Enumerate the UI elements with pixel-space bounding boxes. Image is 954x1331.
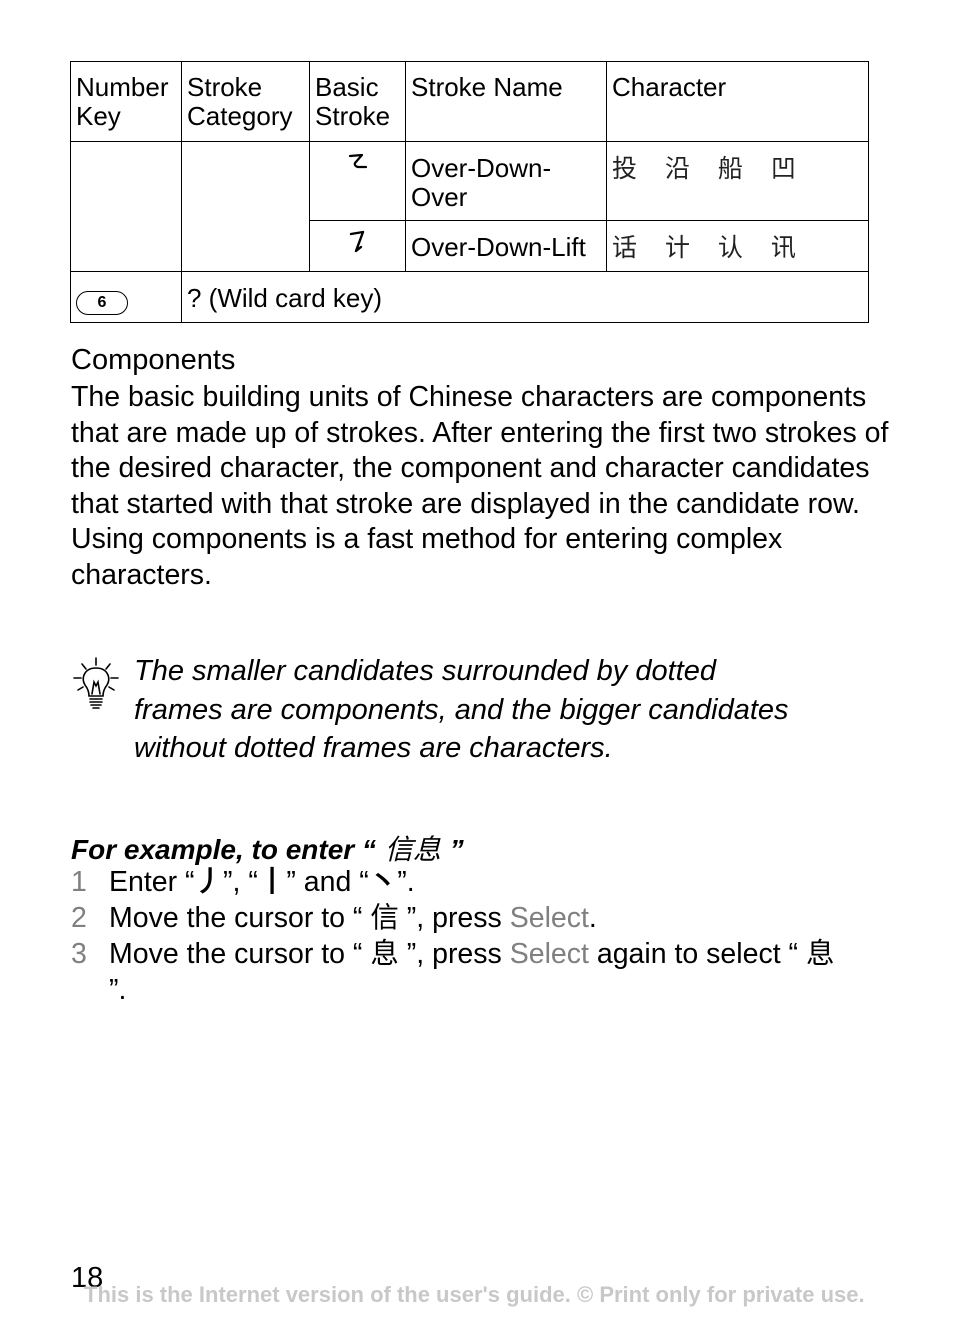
characters-cell: 话 计 认 讯 — [606, 220, 869, 272]
stroke-name-cell: Over-Down-Lift — [405, 220, 607, 272]
step-text: Move the cursor to “ 息 ”, press — [109, 938, 510, 970]
stroke-dian-glyph: 丶 — [368, 866, 398, 898]
step-text: ” and “ — [286, 866, 369, 898]
header-number-key: Number Key — [70, 61, 182, 142]
wildcard-description: ? (Wild card key) — [181, 271, 869, 323]
step-text: ”, “ — [223, 866, 258, 898]
step-item: 2 Move the cursor to “ 信 ”, press Select… — [71, 900, 851, 936]
step-text: Enter “ — [109, 866, 195, 898]
steps-list: 1 Enter “丿”, “丨” and “丶”. 2 Move the cur… — [71, 864, 851, 1008]
header-stroke-name: Stroke Name — [405, 61, 607, 142]
basic-stroke-cell — [309, 220, 406, 272]
step-text: ”. — [397, 866, 415, 898]
section-title: Components — [71, 344, 236, 376]
table-header-row: Number Key Stroke Category Basic Stroke … — [70, 61, 869, 142]
stroke-category-cell — [181, 141, 310, 272]
example-title-text: For example, to enter “ — [71, 834, 376, 865]
stroke-over-down-lift-icon — [349, 230, 365, 253]
paragraph: Using components is a fast method for en… — [71, 523, 783, 591]
step-number: 2 — [71, 902, 87, 934]
stroke-shu-glyph: 丨 — [257, 866, 287, 898]
table-row: Over-Down-Over 投 沿 船 凹 — [70, 141, 869, 272]
stroke-name-cell: Over-Down-Over — [405, 141, 607, 221]
select-softkey-label: Select — [509, 902, 589, 934]
step-number: 1 — [71, 866, 87, 898]
step-number: 3 — [71, 938, 87, 970]
basic-stroke-cell — [309, 141, 406, 221]
stroke-over-down-over-icon — [348, 153, 368, 169]
select-softkey-label: Select — [509, 938, 589, 970]
paragraph: The basic building units of Chinese char… — [71, 381, 889, 520]
header-stroke-category: Stroke Category — [181, 61, 310, 142]
number-key-cell: 6 — [70, 271, 182, 323]
header-character: Character — [606, 61, 869, 142]
example-title: For example, to enter “ 信息 ” — [71, 828, 464, 868]
key-6-icon: 6 — [76, 291, 128, 315]
step-text: Move the cursor to “ 信 ”, press — [109, 902, 510, 934]
number-key-cell — [70, 141, 182, 272]
example-title-quote: ” — [449, 834, 464, 865]
footer-notice: This is the Internet version of the user… — [84, 1282, 865, 1307]
example-title-chars: 信息 — [375, 833, 450, 866]
step-text: . — [588, 902, 597, 934]
step-item: 1 Enter “丿”, “丨” and “丶”. — [71, 864, 851, 900]
tip-text: The smaller candidates surrounded by dot… — [134, 655, 789, 764]
stroke-table: Number Key Stroke Category Basic Stroke … — [70, 61, 869, 323]
section-body: The basic building units of Chinese char… — [71, 380, 891, 594]
header-basic-stroke: Basic Stroke — [309, 61, 406, 142]
characters-cell: 投 沿 船 凹 — [606, 141, 869, 221]
wildcard-row: 6 ? (Wild card key) — [70, 271, 869, 323]
stroke-pie-glyph: 丿 — [194, 866, 224, 898]
step-item: 3 Move the cursor to “ 息 ”, press Select… — [71, 936, 851, 1008]
lightbulb-icon — [73, 657, 119, 709]
